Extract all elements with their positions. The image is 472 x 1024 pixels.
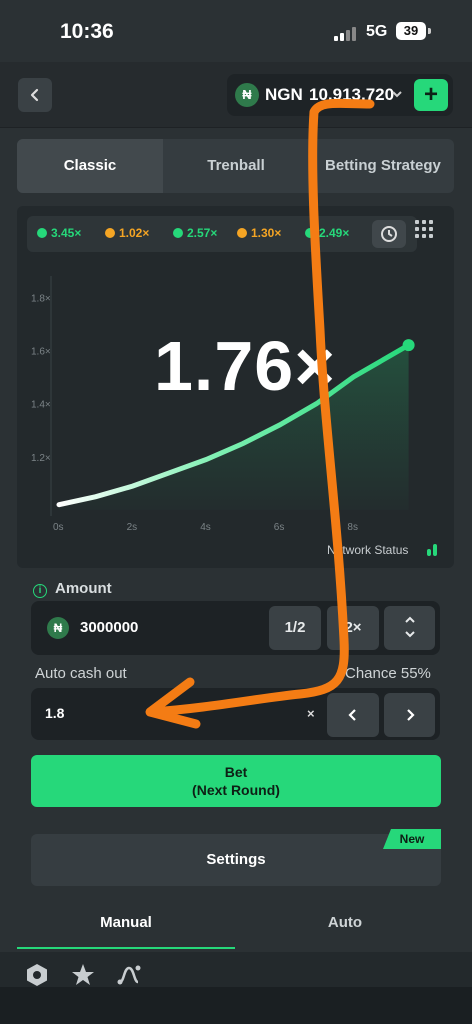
y-tick-label: 1.6× [31, 346, 51, 357]
hexagon-icon[interactable] [24, 962, 50, 988]
settings-button[interactable]: Settings [31, 834, 441, 886]
header: ₦ NGN 10,913,720 + [0, 62, 472, 128]
multiplier-suffix: × [307, 706, 315, 721]
auto-cash-out-value[interactable]: 1.8 [45, 705, 64, 721]
mode-tabs: Classic Trenball Betting Strategy [17, 139, 454, 193]
auto-cash-out-input[interactable]: 1.8 × [31, 688, 440, 740]
x-tick-label: 8s [347, 522, 358, 533]
signal-icon [334, 25, 358, 41]
history-item[interactable]: 2.57× [173, 226, 217, 240]
crash-chart: 1.2× 1.4× 1.6× 1.8× 0s 2s 4s 6s 8s [31, 276, 415, 533]
y-tick-label: 1.4× [31, 400, 51, 411]
x-tick-label: 4s [200, 522, 211, 533]
double-button[interactable]: 2× [327, 606, 379, 650]
bet-button[interactable]: Bet (Next Round) [31, 755, 441, 807]
star-icon[interactable] [70, 962, 96, 988]
balance-amount: 10,913,720 [309, 85, 395, 104]
new-badge: New [383, 829, 441, 849]
x-tick-label: 0s [53, 522, 64, 533]
current-multiplier: 1.76× [154, 327, 337, 405]
history-item[interactable]: 2.49× [305, 226, 349, 240]
bet-button-label: Bet [224, 764, 248, 780]
info-icon[interactable]: i [33, 584, 47, 598]
naira-coin-icon: ₦ [235, 83, 259, 107]
bet-mode-tabs: Manual Auto [17, 905, 454, 949]
chevron-down-icon [391, 84, 403, 107]
battery-icon: 39 [396, 22, 426, 40]
history-item[interactable]: 1.30× [237, 226, 281, 240]
half-button[interactable]: 1/2 [269, 606, 321, 650]
status-bar: 10:36 5G 39 [0, 0, 472, 62]
x-tick-label: 2s [127, 522, 138, 533]
amount-stepper-button[interactable] [384, 606, 435, 650]
graph-icon[interactable] [116, 962, 142, 988]
chevron-up-down-icon [404, 616, 415, 638]
tab-trenball[interactable]: Trenball [163, 139, 309, 193]
curve-endpoint [402, 339, 415, 352]
game-panel: 3.45× 1.02× 2.57× 1.30× 2.49× 1.2× 1.4× … [17, 206, 454, 568]
battery-nub [428, 28, 431, 34]
chance-label: Chance 55% [345, 665, 431, 682]
history-item[interactable]: 3.45× [37, 226, 81, 240]
tab-manual[interactable]: Manual [17, 905, 235, 949]
chevron-left-icon [30, 88, 39, 102]
x-tick-label: 6s [274, 522, 285, 533]
decrease-cashout-button[interactable] [327, 693, 379, 737]
chevron-left-icon [348, 709, 356, 721]
tab-betting-strategy[interactable]: Betting Strategy [309, 139, 454, 193]
tab-auto[interactable]: Auto [236, 905, 454, 949]
history-button[interactable] [372, 220, 406, 248]
network-status-label: Network Status [327, 543, 409, 557]
balance-currency: NGN [265, 85, 303, 104]
balance-selector[interactable]: ₦ NGN 10,913,720 + [227, 74, 453, 116]
amount-value[interactable]: 3000000 [80, 619, 138, 636]
y-tick-label: 1.2× [31, 453, 51, 464]
chevron-right-icon [406, 709, 415, 721]
network-type: 5G [366, 23, 388, 40]
network-status-icon [427, 544, 441, 556]
status-time: 10:36 [60, 20, 114, 43]
clock-icon [381, 226, 397, 242]
bet-button-sublabel: (Next Round) [192, 782, 280, 798]
grid-menu-icon[interactable] [415, 220, 439, 244]
amount-label: i Amount [33, 580, 112, 598]
auto-cash-out-label: Auto cash out [35, 665, 127, 682]
add-funds-button[interactable]: + [414, 79, 448, 111]
y-tick-label: 1.8× [31, 293, 51, 304]
history-item[interactable]: 1.02× [105, 226, 149, 240]
naira-coin-icon: ₦ [47, 617, 69, 639]
home-indicator-strip [0, 987, 472, 1024]
amount-input[interactable]: ₦ 3000000 1/2 2× [31, 601, 440, 655]
history-bar: 3.45× 1.02× 2.57× 1.30× 2.49× [27, 216, 417, 252]
back-button[interactable] [18, 78, 52, 112]
increase-cashout-button[interactable] [384, 693, 435, 737]
tab-classic[interactable]: Classic [17, 139, 163, 193]
